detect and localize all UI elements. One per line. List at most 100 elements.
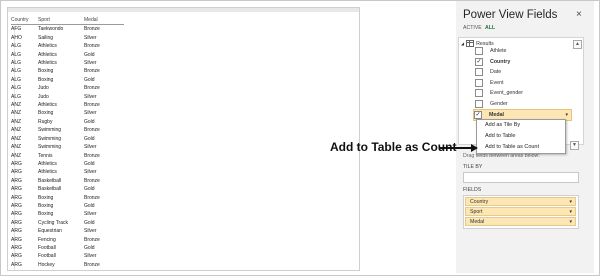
cell-medal: Bronze [84,68,100,75]
cell-country: ANZ [11,135,21,142]
field-well-sport[interactable]: Sport ▾ [465,207,576,216]
cell-country: ANZ [11,152,21,159]
table-row: ALG Boxing Bronze [11,67,124,75]
cell-country: ARG [11,228,22,235]
cell-sport: Fencing [38,236,56,243]
field-item-event-gender[interactable]: Event_gender [475,88,561,98]
horizontal-scrollbar[interactable] [8,8,359,12]
table-row: AHO Sailing Silver [11,34,124,42]
cell-sport: Boxing [38,110,54,117]
field-label: Event [490,79,504,86]
field-item-athlete[interactable]: Athlete [475,46,561,56]
cell-sport: Swimming [38,144,62,151]
field-well-label: Medal [470,219,485,225]
table-row: ARG Basketball Bronze [11,177,124,185]
menu-item-add-to-table[interactable]: Add to Table [477,131,565,142]
table-row: ARG Football Silver [11,252,124,260]
cell-medal: Silver [84,228,97,235]
expand-triangle-icon[interactable]: ◢ [461,41,464,46]
field-label: Gender [490,100,508,107]
cell-sport: Judo [38,85,49,92]
field-item-country[interactable]: ✓ Country [475,57,561,67]
cell-medal: Bronze [84,177,100,184]
column-header-country[interactable]: Country [11,16,38,24]
cell-country: ARG [11,219,22,226]
field-item-gender[interactable]: Gender [475,99,561,109]
cell-country: ALG [11,51,22,58]
cell-country: AFG [11,26,22,33]
field-checkbox[interactable] [475,68,483,76]
cell-medal: Bronze [84,102,100,109]
annotation-arrowhead [471,144,478,152]
field-checkbox[interactable] [475,99,483,108]
field-item-date[interactable]: Date [475,67,561,77]
cell-medal: Bronze [84,194,100,201]
field-checkbox[interactable]: ✓ [475,57,483,66]
scroll-up-icon[interactable]: ▲ [573,40,582,49]
table-row: ARG Boxing Silver [11,210,124,218]
column-header-sport[interactable]: Sport [38,16,84,24]
chevron-down-icon[interactable]: ▾ [569,218,572,227]
cell-country: ARG [11,194,22,201]
table-row: ANZ Swimming Gold [11,135,124,143]
cell-sport: Swimming [38,127,62,134]
cell-medal: Gold [84,160,95,167]
table-row: ANZ Tennis Bronze [11,152,124,160]
field-checkbox[interactable] [475,78,483,87]
table-row: ANZ Rugby Gold [11,118,124,126]
tab-active[interactable]: ACTIVE [463,25,482,31]
cell-country: ALG [11,43,22,50]
scroll-down-icon[interactable]: ▼ [570,141,579,150]
chevron-down-icon[interactable]: ▾ [565,112,568,118]
table-row: ARG Boxing Bronze [11,194,124,202]
fields-label: FIELDS [463,187,482,193]
cell-sport: Basketball [38,186,62,193]
cell-sport: Boxing [38,68,54,75]
cell-country: ARG [11,253,22,260]
menu-item-add-to-table-as-count[interactable]: Add to Table as Count [477,142,565,153]
cell-sport: Boxing [38,76,54,83]
field-well-country[interactable]: Country ▾ [465,197,576,206]
chevron-down-icon[interactable]: ▾ [569,198,572,207]
table-row: ARG Cycling Track Gold [11,219,124,227]
cell-country: ARG [11,244,22,251]
field-label: Country [490,58,511,65]
field-context-menu: Add as Tile By Add to Table Add to Table… [476,119,566,154]
field-checkbox[interactable] [475,47,483,55]
column-header-medal[interactable]: Medal [84,16,124,24]
cell-country: ARG [11,202,22,209]
cell-country: ALG [11,85,22,92]
cell-medal: Bronze [84,236,100,243]
field-checkbox[interactable] [475,89,483,97]
cell-sport: Athletics [38,169,57,176]
field-well-medal[interactable]: Medal ▾ [465,217,576,226]
menu-item-add-as-tile-by[interactable]: Add as Tile By [477,120,565,131]
field-item-event[interactable]: Event [475,78,561,88]
table-row: ARG Boxing Gold [11,202,124,210]
tab-all[interactable]: ALL [485,25,495,31]
close-icon[interactable]: × [576,9,582,20]
report-canvas: Country Sport Medal AFG Taekwondo Bronze AH… [7,7,360,271]
cell-medal: Silver [84,253,97,260]
cell-sport: Athletics [38,60,57,67]
chevron-down-icon[interactable]: ▾ [569,208,572,217]
cell-medal: Silver [84,144,97,151]
field-list-scrollbar[interactable]: ▲ [573,40,582,140]
table-row: ARG Fencing Bronze [11,236,124,244]
table-row: ARG Basketball Gold [11,185,124,193]
table-row: ANZ Boxing Silver [11,109,124,117]
tile-by-well[interactable] [463,172,579,183]
field-label: Medal [489,112,505,118]
field-checkbox[interactable]: ✓ [474,111,482,119]
table-row: ARG Football Gold [11,244,124,252]
cell-sport: Boxing [38,211,54,218]
table-row: ANZ Athletics Bronze [11,101,124,109]
cell-sport: Rugby [38,118,53,125]
table-row: ALG Judo Bronze [11,84,124,92]
table-row: ALG Judo Silver [11,93,124,101]
cell-medal: Gold [84,118,95,125]
cell-country: ALG [11,68,22,75]
cell-medal: Bronze [84,261,100,268]
cell-sport: Tennis [38,152,53,159]
cell-sport: Hockey [38,261,55,268]
